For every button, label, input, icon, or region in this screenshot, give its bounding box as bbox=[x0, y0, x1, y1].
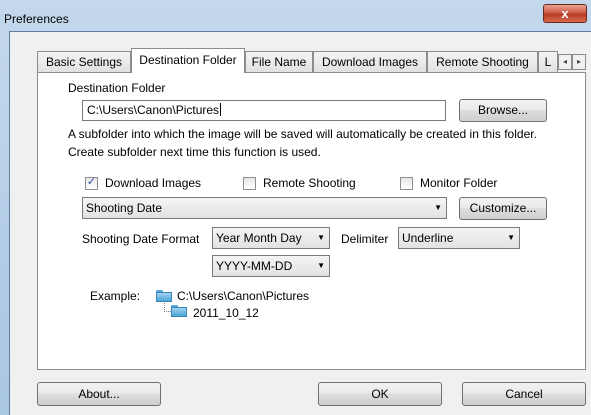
example-label: Example: bbox=[90, 289, 141, 303]
title-bar[interactable]: Preferences x bbox=[0, 0, 591, 28]
tab-destination-folder[interactable]: Destination Folder bbox=[131, 48, 245, 73]
chevron-down-icon: ▼ bbox=[317, 233, 325, 242]
chevron-down-icon: ▼ bbox=[507, 233, 515, 242]
destination-path-value: C:\Users\Canon\Pictures bbox=[87, 103, 220, 117]
ok-button[interactable]: OK bbox=[318, 382, 442, 406]
chevron-down-icon: ▼ bbox=[317, 261, 325, 270]
browse-button[interactable]: Browse... bbox=[459, 99, 547, 122]
chevron-down-icon: ▼ bbox=[434, 203, 442, 212]
tab-file-name[interactable]: File Name bbox=[245, 51, 313, 73]
tab-download-images[interactable]: Download Images bbox=[313, 51, 427, 73]
subfolder-rule-select[interactable]: Shooting Date ▼ bbox=[82, 197, 447, 219]
cancel-button[interactable]: Cancel bbox=[462, 382, 586, 406]
remote-shooting-checkbox[interactable] bbox=[243, 177, 256, 190]
customize-button[interactable]: Customize... bbox=[459, 197, 547, 220]
destination-folder-label: Destination Folder bbox=[68, 81, 166, 95]
close-icon: x bbox=[561, 6, 569, 21]
about-button[interactable]: About... bbox=[37, 382, 161, 406]
example-subfolder: 2011_10_12 bbox=[193, 306, 259, 320]
download-images-checkbox[interactable]: ✓ bbox=[85, 176, 98, 190]
close-button[interactable]: x bbox=[543, 4, 587, 23]
destination-path-input[interactable]: C:\Users\Canon\Pictures bbox=[82, 100, 446, 121]
monitor-folder-label: Monitor Folder bbox=[420, 176, 498, 190]
date-pattern-select[interactable]: YYYY-MM-DD ▼ bbox=[212, 255, 330, 277]
description-line-2: Create subfolder next time this function… bbox=[68, 145, 321, 159]
tab-scroll-left-icon[interactable]: ◂ bbox=[558, 54, 572, 70]
tab-basic-settings[interactable]: Basic Settings bbox=[37, 51, 131, 73]
window-title: Preferences bbox=[4, 12, 69, 26]
tab-scroll-right-icon[interactable]: ▸ bbox=[572, 54, 586, 70]
shooting-date-format-label: Shooting Date Format bbox=[82, 232, 200, 246]
tree-connector bbox=[164, 303, 171, 312]
date-order-select[interactable]: Year Month Day ▼ bbox=[212, 227, 330, 249]
delimiter-label: Delimiter bbox=[341, 232, 389, 246]
delimiter-select[interactable]: Underline ▼ bbox=[398, 227, 520, 249]
tab-overflow[interactable]: L bbox=[538, 51, 558, 73]
description-line-1: A subfolder into which the image will be… bbox=[68, 127, 537, 141]
remote-shooting-label: Remote Shooting bbox=[263, 176, 356, 190]
window-frame: Preferences x Basic Settings Destination… bbox=[0, 0, 591, 415]
date-order-value: Year Month Day bbox=[216, 231, 302, 245]
folder-icon bbox=[171, 305, 187, 317]
example-root-path: C:\Users\Canon\Pictures bbox=[177, 289, 310, 303]
text-caret bbox=[220, 103, 222, 116]
date-pattern-value: YYYY-MM-DD bbox=[216, 259, 293, 273]
subfolder-rule-value: Shooting Date bbox=[86, 201, 163, 215]
tab-remote-shooting[interactable]: Remote Shooting bbox=[427, 51, 538, 73]
download-images-label: Download Images bbox=[105, 176, 202, 190]
monitor-folder-checkbox[interactable] bbox=[400, 177, 413, 190]
delimiter-value: Underline bbox=[402, 231, 454, 245]
check-icon: ✓ bbox=[86, 176, 97, 188]
folder-icon bbox=[156, 290, 172, 302]
